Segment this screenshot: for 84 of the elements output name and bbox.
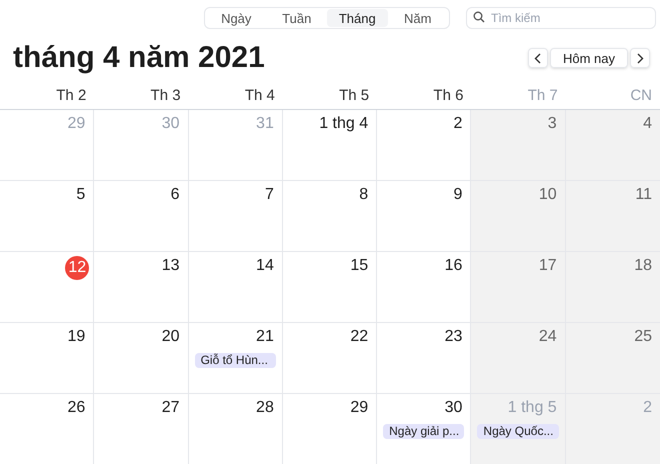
day-cell[interactable]: 24	[471, 323, 566, 394]
search-icon	[473, 11, 485, 23]
day-number: 19	[67, 327, 86, 347]
day-number: 4	[643, 114, 652, 134]
day-cell[interactable]: 6	[94, 181, 189, 252]
day-cell[interactable]: 28	[188, 394, 283, 464]
chevron-left-icon	[534, 52, 542, 64]
day-number: 15	[350, 256, 368, 276]
day-cell[interactable]: 1 thg 5 Ngày Quốc...	[471, 394, 566, 464]
day-number: 31	[256, 114, 274, 134]
day-number: 26	[67, 398, 86, 418]
day-cell[interactable]: 25	[566, 323, 660, 394]
day-number: 27	[162, 398, 180, 418]
event-chip[interactable]: Giỗ tổ Hùn...	[194, 353, 276, 368]
day-number: 11	[635, 185, 652, 205]
day-number: 1 thg 5	[508, 398, 557, 418]
event-chip[interactable]: Ngày Quốc...	[477, 424, 559, 439]
day-number: 20	[162, 327, 180, 347]
day-number: 16	[444, 256, 462, 276]
day-cell[interactable]: 1 thg 4	[282, 110, 378, 181]
day-number: 5	[76, 185, 86, 205]
day-cell[interactable]: 21 Giỗ tổ Hùn...	[188, 323, 283, 394]
day-cell[interactable]: 16	[377, 252, 472, 323]
day-number: 28	[256, 398, 274, 418]
day-number: 3	[548, 114, 557, 134]
weekday-label: Th 2	[56, 86, 86, 106]
day-cell[interactable]: 10	[471, 181, 566, 252]
view-tab[interactable]: Tuần	[266, 9, 327, 27]
day-cell[interactable]: 4	[566, 110, 660, 181]
view-tab[interactable]: Tháng	[327, 9, 388, 27]
day-number: 29	[350, 398, 368, 418]
view-tab[interactable]: Ngày	[206, 9, 266, 27]
previous-button[interactable]	[528, 48, 548, 68]
day-number: 30	[444, 398, 462, 418]
day-cell[interactable]: 17	[471, 252, 566, 323]
day-cell[interactable]: 11	[566, 181, 660, 252]
weekday-label: Th 3	[150, 86, 181, 106]
day-number: 25	[634, 327, 652, 347]
day-cell[interactable]: 18	[566, 252, 660, 323]
weekday-label: Th 7	[528, 86, 558, 106]
day-number: 14	[256, 256, 274, 276]
weekday-label: Th 6	[433, 86, 464, 106]
day-cell[interactable]: 12	[0, 252, 94, 323]
day-cell[interactable]: 23	[377, 323, 472, 394]
view-tab[interactable]: Năm	[388, 9, 448, 27]
day-number: 1 thg 4	[319, 114, 368, 134]
day-number: 29	[67, 114, 86, 134]
day-cell[interactable]: 19	[0, 323, 94, 394]
day-cell[interactable]: 13	[94, 252, 189, 323]
day-number: 10	[538, 185, 557, 205]
day-number: 2	[454, 114, 462, 134]
day-cell[interactable]: 5	[0, 181, 94, 252]
day-number: 7	[264, 185, 274, 205]
day-number: 22	[350, 327, 368, 347]
day-number: 8	[359, 185, 368, 205]
day-cell[interactable]: 3	[471, 110, 566, 181]
day-number: 17	[538, 256, 557, 276]
weekday-label: Th 5	[339, 86, 370, 106]
day-cell[interactable]: 20	[94, 323, 189, 394]
weekday-label: CN	[630, 86, 652, 106]
day-cell[interactable]: 14	[188, 252, 283, 323]
event-chip[interactable]: Ngày giải p...	[383, 424, 464, 439]
day-number: 9	[454, 185, 462, 205]
today-button[interactable]: Hôm nay	[550, 48, 628, 68]
month-title: tháng 4 năm 2021	[13, 43, 265, 73]
day-cell[interactable]: 8	[282, 181, 378, 252]
day-number: 6	[170, 185, 180, 205]
day-number: 18	[634, 256, 652, 276]
search-field[interactable]: Tìm kiếm	[466, 7, 656, 29]
chevron-right-icon	[636, 52, 644, 64]
day-cell[interactable]: 22	[282, 323, 378, 394]
day-cell[interactable]: 7	[188, 181, 283, 252]
day-cell[interactable]: 9	[377, 181, 472, 252]
day-number: 13	[162, 256, 180, 276]
day-number: 24	[538, 327, 557, 347]
day-cell[interactable]: 2	[377, 110, 472, 181]
day-number: 30	[162, 114, 180, 134]
weekday-label: Th 4	[244, 86, 275, 106]
day-number: 12	[65, 256, 90, 280]
next-button[interactable]	[630, 48, 650, 68]
day-number: 2	[643, 398, 652, 418]
day-number: 21	[256, 327, 274, 347]
day-number: 23	[444, 327, 462, 347]
day-cell[interactable]: 15	[282, 252, 378, 323]
